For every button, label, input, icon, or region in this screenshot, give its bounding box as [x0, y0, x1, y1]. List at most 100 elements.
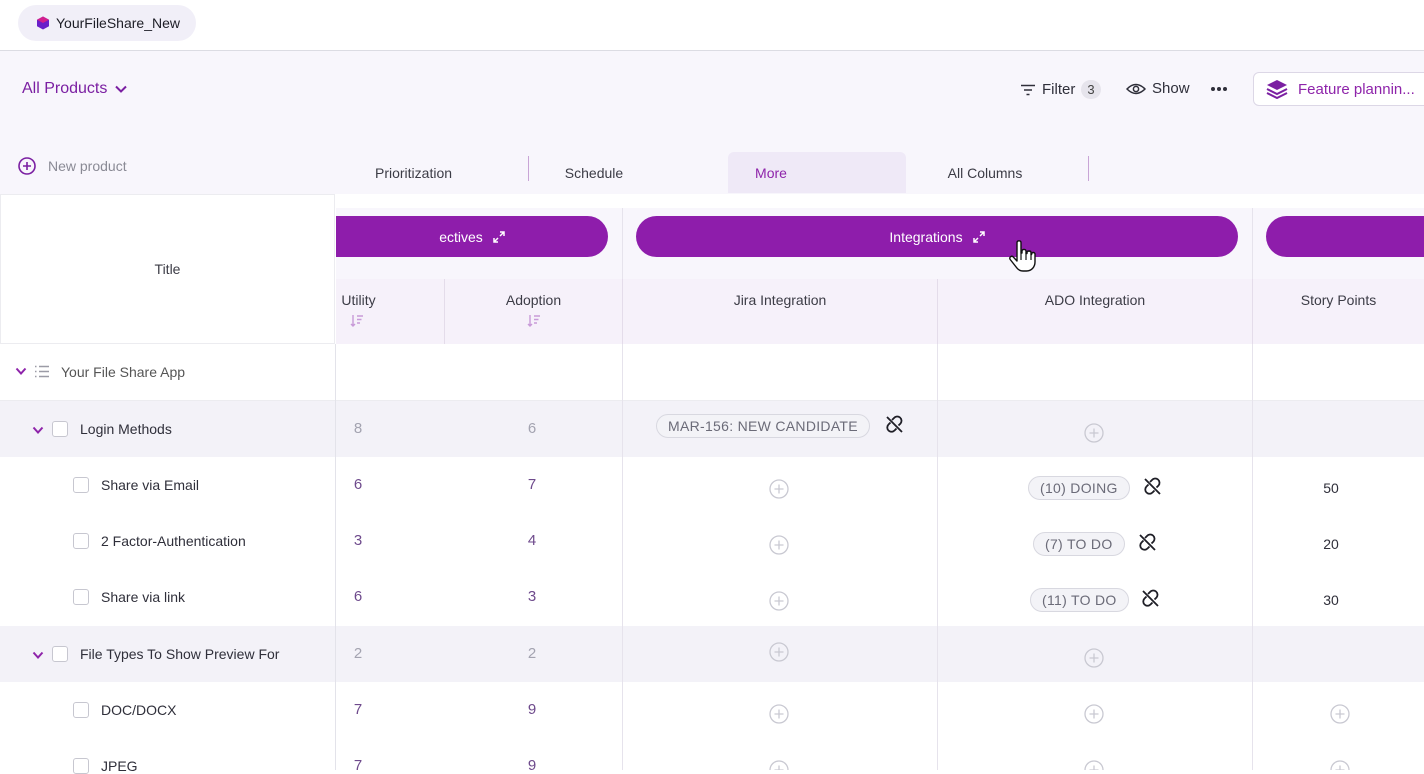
- add-circle-icon[interactable]: [1084, 648, 1104, 668]
- add-circle-icon[interactable]: [769, 704, 789, 724]
- row-checkbox[interactable]: [73, 758, 89, 774]
- column-header-adoption[interactable]: Adoption: [444, 279, 622, 344]
- root-product-label[interactable]: Your File Share App: [61, 364, 185, 380]
- utility-value[interactable]: 2: [328, 645, 388, 662]
- utility-value[interactable]: 7: [328, 757, 388, 774]
- unlink-icon[interactable]: [1141, 589, 1160, 608]
- ado-link-tag[interactable]: (10) DOING: [1028, 476, 1130, 500]
- toolbar-area: [0, 51, 1424, 194]
- row-checkbox[interactable]: [73, 702, 89, 718]
- add-circle-icon[interactable]: [769, 642, 789, 662]
- unlink-icon[interactable]: [1138, 533, 1157, 552]
- row-checkbox[interactable]: [52, 646, 68, 662]
- column-divider: [622, 344, 623, 770]
- add-circle-icon[interactable]: [769, 760, 789, 770]
- column-label: Story Points: [1300, 292, 1377, 308]
- title-column-header[interactable]: Title: [0, 194, 335, 344]
- group-divider: [622, 208, 623, 279]
- adoption-value[interactable]: 9: [502, 701, 562, 718]
- column-group-objectives[interactable]: ectives: [336, 216, 608, 257]
- row-checkbox[interactable]: [52, 421, 68, 437]
- view-label: Feature plannin...: [1298, 80, 1415, 98]
- workspace-switcher[interactable]: YourFileShare_New: [18, 5, 196, 41]
- unlink-icon[interactable]: [885, 415, 904, 434]
- ellipsis-icon[interactable]: [1211, 80, 1227, 98]
- story-points-value[interactable]: 50: [1311, 480, 1351, 496]
- add-circle-icon[interactable]: [1330, 704, 1350, 724]
- column-group-integrations[interactable]: Integrations: [636, 216, 1238, 257]
- column-header-story-points[interactable]: Story Points: [1252, 279, 1424, 344]
- filter-count-badge: 3: [1081, 80, 1101, 99]
- row-checkbox[interactable]: [73, 533, 89, 549]
- new-product-button[interactable]: New product: [18, 157, 127, 175]
- table-row[interactable]: [0, 569, 1424, 625]
- tab-all-columns[interactable]: All Columns: [906, 152, 1064, 193]
- add-circle-icon[interactable]: [1084, 760, 1104, 770]
- column-header-utility[interactable]: Utility: [336, 279, 445, 344]
- tab-label: All Columns: [947, 164, 1023, 181]
- tab-label: Schedule: [564, 164, 624, 181]
- row-checkbox[interactable]: [73, 589, 89, 605]
- group-label: Integrations: [889, 228, 963, 245]
- filter-button[interactable]: Filter 3: [1020, 80, 1101, 99]
- row-title[interactable]: File Types To Show Preview For: [80, 646, 279, 662]
- row-title[interactable]: DOC/DOCX: [101, 702, 176, 718]
- table-row[interactable]: [0, 738, 1424, 770]
- sort-icon[interactable]: [350, 314, 364, 327]
- add-circle-icon[interactable]: [1084, 423, 1104, 443]
- tab-prioritization[interactable]: Prioritization: [336, 152, 491, 193]
- row-title[interactable]: JPEG: [101, 758, 138, 774]
- add-circle-icon[interactable]: [769, 535, 789, 555]
- story-points-value[interactable]: 30: [1311, 592, 1351, 608]
- sort-icon[interactable]: [527, 314, 541, 327]
- chevron-down-icon[interactable]: [32, 426, 44, 435]
- tab-schedule[interactable]: Schedule: [530, 152, 658, 193]
- utility-value[interactable]: 7: [328, 701, 388, 718]
- add-circle-icon[interactable]: [1084, 704, 1104, 724]
- story-points-value[interactable]: 20: [1311, 536, 1351, 552]
- adoption-value[interactable]: 7: [502, 476, 562, 493]
- column-group-next[interactable]: [1266, 216, 1424, 257]
- adoption-value[interactable]: 6: [502, 420, 562, 437]
- jira-link-tag[interactable]: MAR-156: NEW CANDIDATE: [656, 414, 870, 438]
- utility-value[interactable]: 6: [328, 588, 388, 605]
- ado-link-tag[interactable]: (7) TO DO: [1033, 532, 1125, 556]
- chevron-down-icon[interactable]: [15, 367, 27, 376]
- workspace-name: YourFileShare_New: [56, 15, 180, 31]
- tab-divider: [528, 156, 529, 181]
- adoption-value[interactable]: 4: [502, 532, 562, 549]
- adoption-value[interactable]: 9: [502, 757, 562, 774]
- column-divider: [1252, 344, 1253, 770]
- ado-link-tag[interactable]: (11) TO DO: [1030, 588, 1129, 612]
- utility-value[interactable]: 6: [328, 476, 388, 493]
- top-bar: [0, 0, 1424, 51]
- product-selector[interactable]: All Products: [22, 80, 128, 98]
- utility-value[interactable]: 3: [328, 532, 388, 549]
- column-header-jira-integration[interactable]: Jira Integration: [622, 279, 937, 344]
- add-circle-icon[interactable]: [1330, 760, 1350, 770]
- adoption-value[interactable]: 3: [502, 588, 562, 605]
- unlink-icon[interactable]: [1143, 477, 1162, 496]
- add-circle-icon[interactable]: [769, 479, 789, 499]
- view-selector-button[interactable]: Feature plannin...: [1253, 72, 1424, 106]
- row-checkbox[interactable]: [73, 477, 89, 493]
- table-row[interactable]: [0, 682, 1424, 738]
- row-title[interactable]: Share via link: [101, 589, 185, 605]
- add-circle-icon[interactable]: [769, 591, 789, 611]
- column-divider: [937, 344, 938, 770]
- row-title[interactable]: 2 Factor-Authentication: [101, 533, 246, 549]
- tab-more[interactable]: More: [728, 152, 906, 193]
- chevron-down-icon: [115, 85, 128, 93]
- utility-value[interactable]: 8: [328, 420, 388, 437]
- adoption-value[interactable]: 2: [502, 645, 562, 662]
- row-title[interactable]: Login Methods: [80, 421, 172, 437]
- chevron-down-icon[interactable]: [32, 651, 44, 660]
- table-row[interactable]: [0, 457, 1424, 513]
- expand-icon[interactable]: [493, 230, 505, 243]
- expand-icon[interactable]: [972, 230, 985, 243]
- workspace-logo-icon: [37, 16, 49, 30]
- column-header-ado-integration[interactable]: ADO Integration: [937, 279, 1252, 344]
- row-title[interactable]: Share via Email: [101, 477, 199, 493]
- show-button[interactable]: Show: [1126, 80, 1190, 97]
- column-label: Adoption: [505, 292, 562, 308]
